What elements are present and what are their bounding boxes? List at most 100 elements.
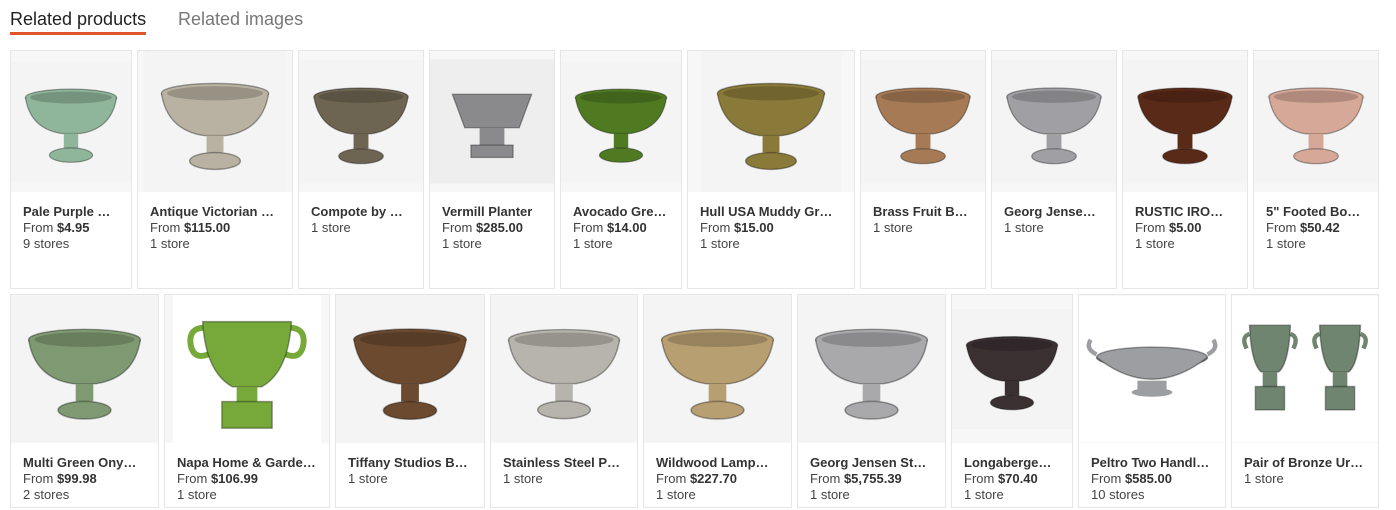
pedestal-bowl-icon[interactable] [138, 51, 292, 192]
product-title[interactable]: Avocado Gre… [573, 204, 673, 220]
price-prefix: From [23, 471, 57, 486]
product-title[interactable]: Tiffany Studios B… [348, 455, 476, 471]
store-count: 1 store [573, 236, 613, 251]
price-value: $70.40 [997, 471, 1038, 486]
store-count: 2 stores [23, 487, 70, 502]
price-value: $5,755.39 [843, 471, 902, 486]
product-title[interactable]: Peltro Two Handl… [1091, 455, 1217, 471]
product-card[interactable]: 5" Footed Bo… From $50.42 1 store [1253, 50, 1379, 289]
product-card[interactable]: Hull USA Muddy Gr… From $15.00 1 store [687, 50, 855, 289]
pedestal-bowl-icon[interactable] [688, 51, 854, 192]
price-value: $115.00 [183, 220, 231, 235]
product-card[interactable]: Compote by … 1 store [298, 50, 424, 289]
price-value: $14.00 [606, 220, 647, 235]
product-title[interactable]: Georg Jensen St… [810, 455, 937, 471]
store-count: 1 store [1244, 471, 1284, 486]
tab-bar: Related products Related images [0, 0, 1396, 40]
product-card[interactable]: Georg Jense… 1 store [991, 50, 1117, 289]
store-count: 9 stores [23, 236, 70, 251]
price-prefix: From [1091, 471, 1125, 486]
pedestal-bowl-icon[interactable] [561, 51, 681, 192]
store-count: 1 store [964, 487, 1004, 502]
product-card[interactable]: Wildwood Lamp… From $227.70 1 store [643, 294, 792, 508]
product-title[interactable]: Brass Fruit B… [873, 204, 977, 220]
price-value: $285.00 [475, 220, 523, 235]
price-prefix: From [1266, 220, 1300, 235]
product-price: From $50.42 [1266, 220, 1370, 236]
product-card[interactable]: Antique Victorian … From $115.00 1 store [137, 50, 293, 289]
price-prefix: From [656, 471, 690, 486]
store-count: 1 store [1266, 236, 1306, 251]
pedestal-bowl-icon[interactable] [644, 295, 791, 443]
pedestal-bowl-icon[interactable] [336, 295, 484, 443]
product-card[interactable]: Multi Green Ony… From $99.98 2 stores [10, 294, 159, 508]
product-card[interactable]: Pale Purple … From $4.95 9 stores [10, 50, 132, 289]
price-prefix: From [150, 220, 184, 235]
price-value: $15.00 [733, 220, 774, 235]
price-prefix: From [964, 471, 998, 486]
product-card[interactable]: Longaberge… From $70.40 1 store [951, 294, 1073, 508]
product-title[interactable]: Georg Jense… [1004, 204, 1108, 220]
product-title[interactable]: Longaberge… [964, 455, 1064, 471]
handled-urn-icon[interactable] [165, 295, 329, 443]
pedestal-bowl-icon[interactable] [952, 295, 1072, 443]
product-card[interactable]: Pair of Bronze Ur… 1 store [1231, 294, 1379, 508]
price-value: $106.99 [210, 471, 258, 486]
product-title[interactable]: 5" Footed Bo… [1266, 204, 1370, 220]
product-card[interactable]: Brass Fruit B… 1 store [860, 50, 986, 289]
store-count: 1 store [700, 236, 740, 251]
product-card[interactable]: Peltro Two Handl… From $585.00 10 stores [1078, 294, 1226, 508]
store-count: 1 store [311, 220, 351, 235]
product-title[interactable]: Vermill Planter [442, 204, 546, 220]
pedestal-bowl-icon[interactable] [11, 51, 131, 192]
product-title[interactable]: RUSTIC IRO… [1135, 204, 1239, 220]
price-value: $99.98 [56, 471, 97, 486]
store-count: 1 store [150, 236, 190, 251]
urn-pair-icon[interactable] [1232, 295, 1378, 443]
product-card[interactable]: Georg Jensen St… From $5,755.39 1 store [797, 294, 946, 508]
store-count: 1 store [442, 236, 482, 251]
price-prefix: From [442, 220, 476, 235]
store-count: 1 store [348, 471, 388, 486]
tab-related-products[interactable]: Related products [10, 9, 146, 30]
product-card[interactable]: RUSTIC IRO… From $5.00 1 store [1122, 50, 1248, 289]
product-card[interactable]: Avocado Gre… From $14.00 1 store [560, 50, 682, 289]
product-card[interactable]: Vermill Planter From $285.00 1 store [429, 50, 555, 289]
pedestal-bowl-icon[interactable] [861, 51, 985, 192]
price-value: $4.95 [56, 220, 90, 235]
pedestal-bowl-icon[interactable] [299, 51, 423, 192]
store-count: 1 store [1135, 236, 1175, 251]
product-title[interactable]: Hull USA Muddy Gr… [700, 204, 846, 220]
product-title[interactable]: Pale Purple … [23, 204, 123, 220]
square-planter-icon[interactable] [430, 51, 554, 192]
product-price: From $4.95 [23, 220, 123, 236]
product-title[interactable]: Stainless Steel P… [503, 455, 629, 471]
store-count: 1 store [177, 487, 217, 502]
pedestal-bowl-icon[interactable] [1254, 51, 1378, 192]
store-count: 1 store [873, 220, 913, 235]
price-prefix: From [700, 220, 734, 235]
pedestal-bowl-icon[interactable] [992, 51, 1116, 192]
product-price: From $585.00 [1091, 471, 1217, 487]
store-count: 1 store [656, 487, 696, 502]
product-price: From $15.00 [700, 220, 846, 236]
product-card[interactable]: Tiffany Studios B… 1 store [335, 294, 485, 508]
product-title[interactable]: Pair of Bronze Ur… [1244, 455, 1370, 471]
product-title[interactable]: Compote by … [311, 204, 415, 220]
pedestal-bowl-icon[interactable] [1123, 51, 1247, 192]
price-value: $5.00 [1168, 220, 1202, 235]
product-title[interactable]: Wildwood Lamp… [656, 455, 783, 471]
product-title[interactable]: Napa Home & Garde… [177, 455, 321, 471]
tab-related-images[interactable]: Related images [178, 9, 303, 30]
product-title[interactable]: Antique Victorian … [150, 204, 284, 220]
price-value: $50.42 [1299, 220, 1340, 235]
pedestal-bowl-icon[interactable] [11, 295, 158, 443]
product-title[interactable]: Multi Green Ony… [23, 455, 150, 471]
pedestal-bowl-icon[interactable] [798, 295, 945, 443]
pedestal-bowl-icon[interactable] [491, 295, 637, 443]
price-value: $227.70 [689, 471, 737, 486]
product-card[interactable]: Stainless Steel P… 1 store [490, 294, 638, 508]
price-prefix: From [177, 471, 211, 486]
handled-tray-icon[interactable] [1079, 295, 1225, 443]
product-card[interactable]: Napa Home & Garde… From $106.99 1 store [164, 294, 330, 508]
